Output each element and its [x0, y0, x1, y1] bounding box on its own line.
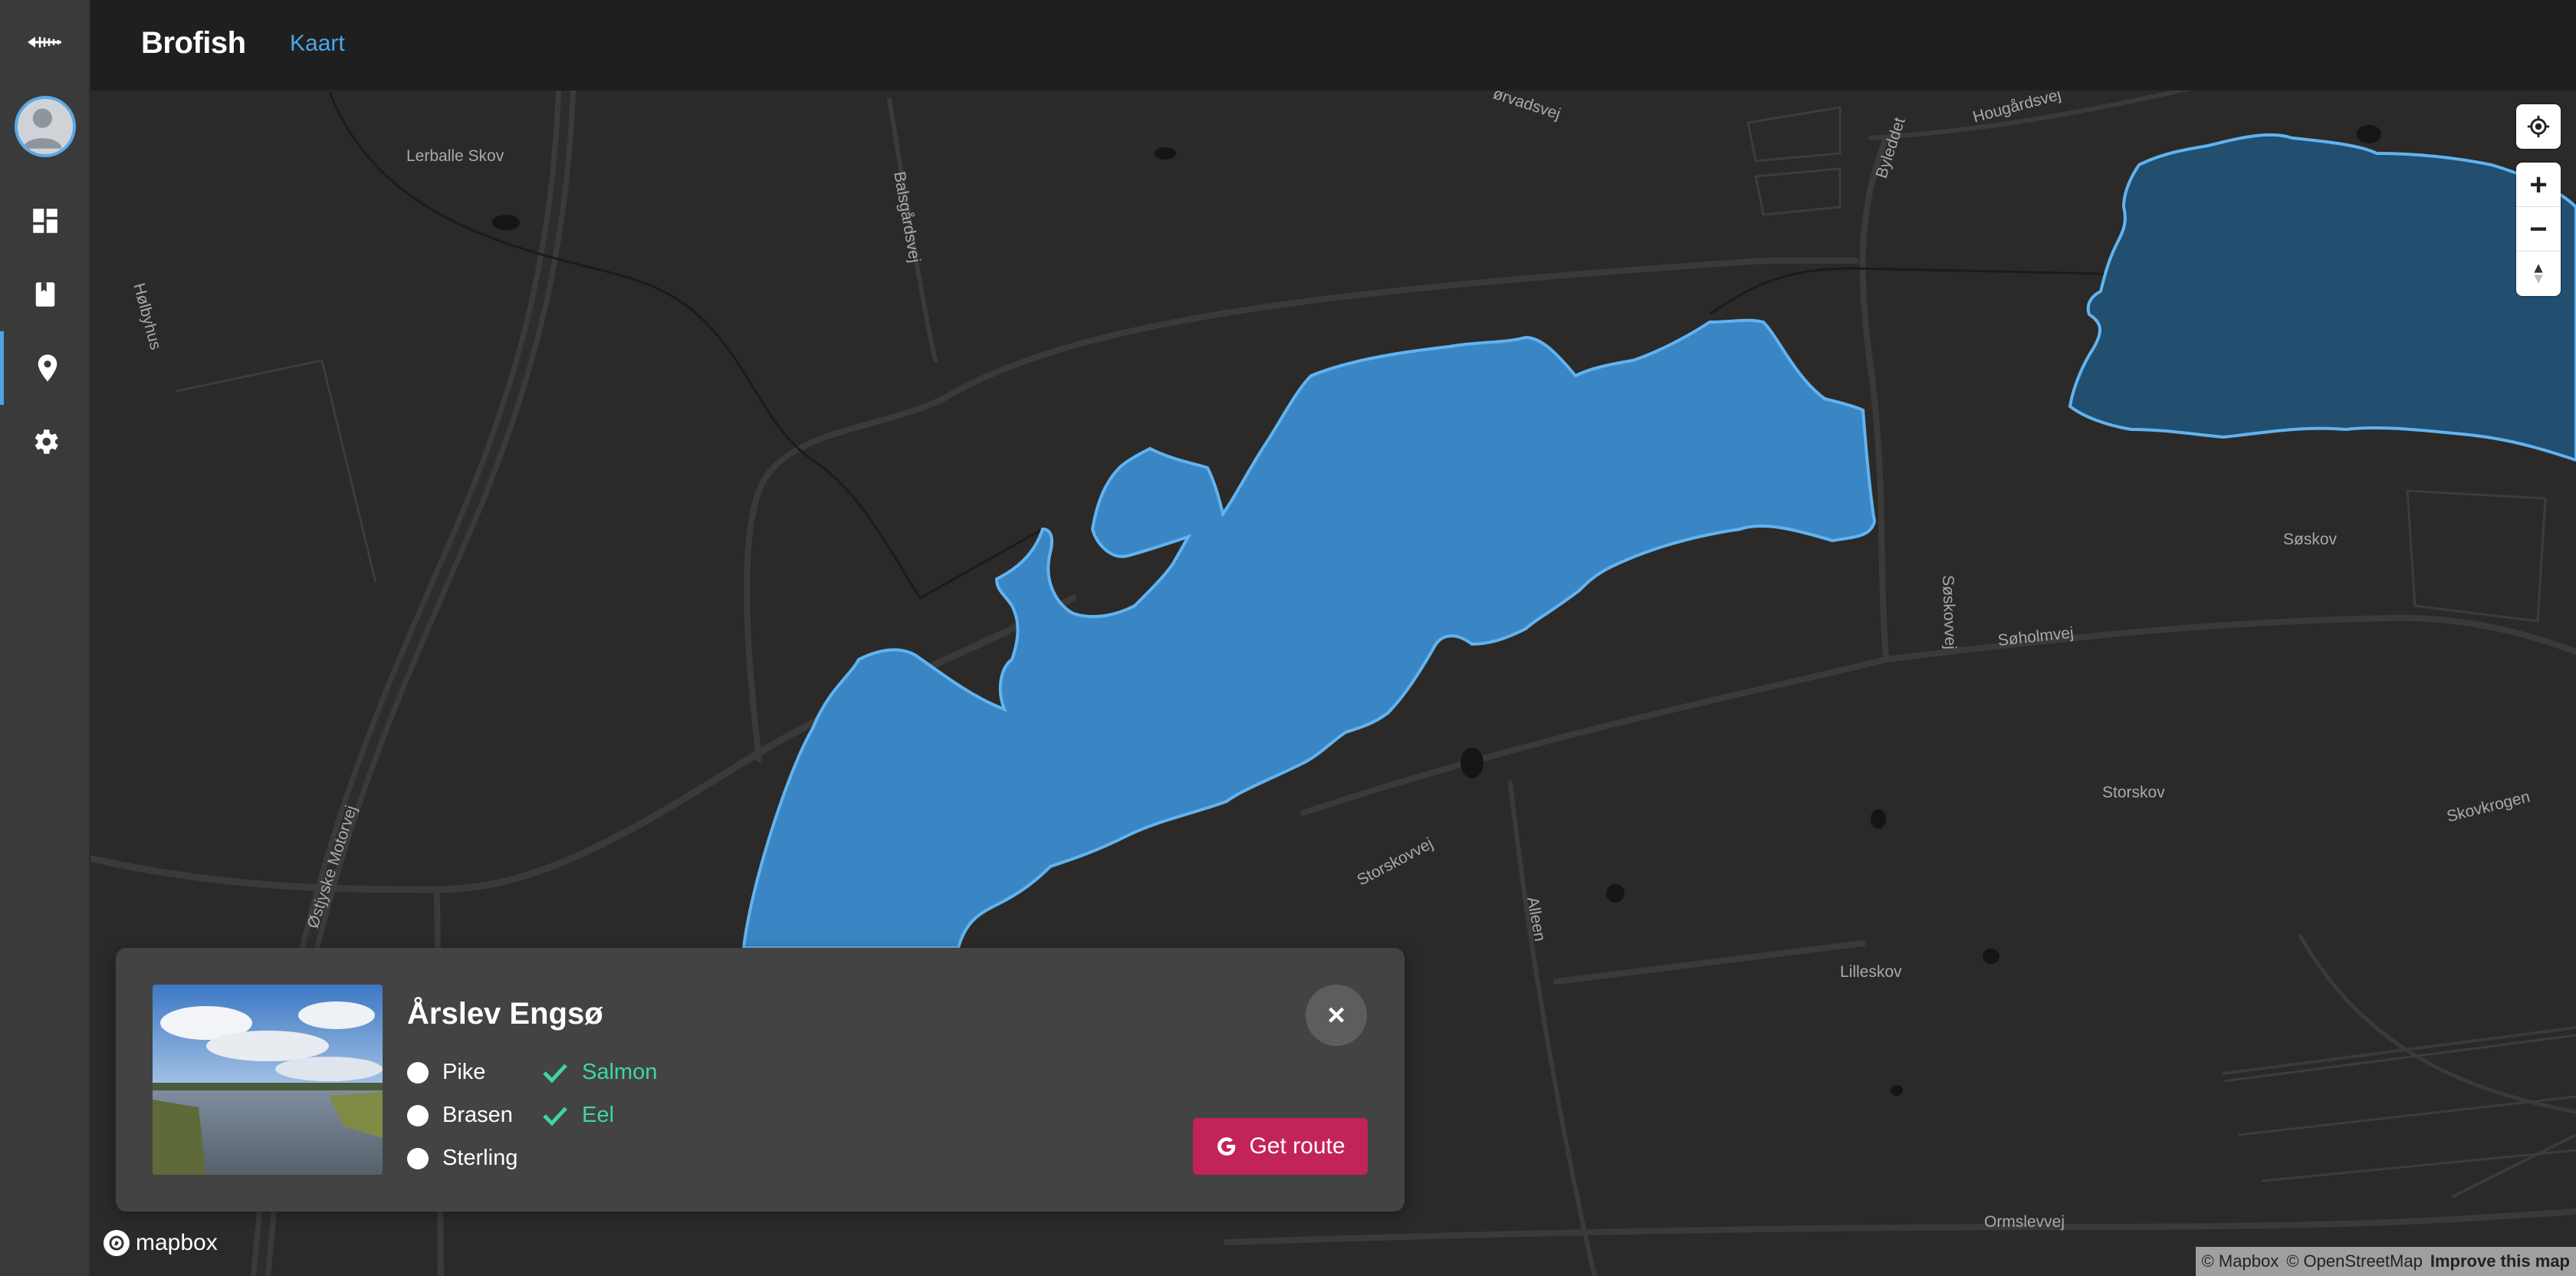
zoom-control[interactable]: + − [2516, 163, 2561, 296]
fish-label: Sterling [442, 1146, 518, 1170]
locate-button[interactable] [2516, 104, 2561, 149]
mapbox-logo-text: mapbox [136, 1230, 218, 1255]
attribution-osm[interactable]: © OpenStreetMap [2286, 1251, 2423, 1271]
mapbox-logo-icon [104, 1230, 130, 1256]
fish-label: Salmon [582, 1060, 658, 1084]
lake-info-card: Årslev Engsø × Pike Brasen Sterling Salm… [116, 948, 1405, 1212]
sidebar-item-logbook[interactable] [0, 258, 90, 331]
not-caught-dot-icon [407, 1061, 429, 1084]
fish-item: Brasen [407, 1103, 513, 1128]
fish-label: Pike [442, 1060, 486, 1084]
top-bar: Brofish Kaart [90, 0, 2576, 90]
book-icon [35, 282, 55, 307]
fish-item: Salmon [542, 1060, 657, 1085]
tab-kaart[interactable]: Kaart [290, 31, 345, 57]
fish-item: Eel [542, 1103, 614, 1128]
locate-icon [2527, 115, 2550, 138]
lake-soskov [2068, 133, 2576, 462]
fish-skeleton-icon[interactable] [26, 31, 64, 54]
attribution-mapbox[interactable]: © Mapbox [2202, 1251, 2279, 1271]
compass-icon [2534, 264, 2543, 284]
map-label-soskov: Søskov [2283, 531, 2338, 548]
map-label-lilleskov: Lilleskov [1840, 963, 1902, 981]
fish-label: Eel [582, 1103, 614, 1127]
close-button[interactable]: × [1306, 985, 1367, 1046]
not-caught-dot-icon [407, 1104, 429, 1126]
dashboard-icon [33, 209, 58, 233]
map-attribution: © Mapbox © OpenStreetMap Improve this ma… [2195, 1247, 2576, 1276]
sidebar-item-map[interactable] [0, 331, 90, 405]
get-route-label: Get route [1249, 1133, 1346, 1159]
lake-title: Årslev Engsø [407, 997, 603, 1031]
gear-icon [34, 429, 58, 454]
fish-label: Brasen [442, 1103, 513, 1127]
fish-item: Sterling [407, 1146, 518, 1171]
zoom-in-label: + [2529, 167, 2548, 202]
get-route-button[interactable]: Get route [1193, 1118, 1368, 1175]
map-label-storskov: Storskov [2102, 784, 2165, 801]
zoom-out-button[interactable]: − [2516, 207, 2561, 252]
not-caught-dot-icon [407, 1147, 429, 1169]
map-label-lerballe-skov: Lerballe Skov [406, 147, 504, 165]
zoom-in-button[interactable]: + [2516, 163, 2561, 207]
locate-control[interactable] [2516, 104, 2561, 149]
zoom-out-label: − [2529, 212, 2548, 246]
sidebar [0, 0, 90, 1276]
lake-photo [153, 985, 383, 1175]
google-g-icon [1217, 1137, 1236, 1156]
compass-button[interactable] [2516, 252, 2561, 296]
improve-map-link[interactable]: Improve this map [2430, 1251, 2570, 1271]
sidebar-item-dashboard[interactable] [0, 184, 90, 258]
close-icon: × [1327, 998, 1346, 1032]
sidebar-item-settings[interactable] [0, 405, 90, 479]
map-label-ormslevvej: Ormslevvej [1984, 1213, 2065, 1231]
map-label-soskovvej: Søskovvej [1939, 574, 1960, 650]
check-icon [543, 1107, 567, 1126]
avatar[interactable] [15, 96, 76, 157]
check-icon [543, 1064, 567, 1083]
fish-item: Pike [407, 1060, 485, 1085]
brand-title: Brofish [141, 26, 246, 60]
mapbox-logo[interactable]: mapbox [104, 1230, 218, 1256]
map-pin-icon [38, 354, 57, 382]
